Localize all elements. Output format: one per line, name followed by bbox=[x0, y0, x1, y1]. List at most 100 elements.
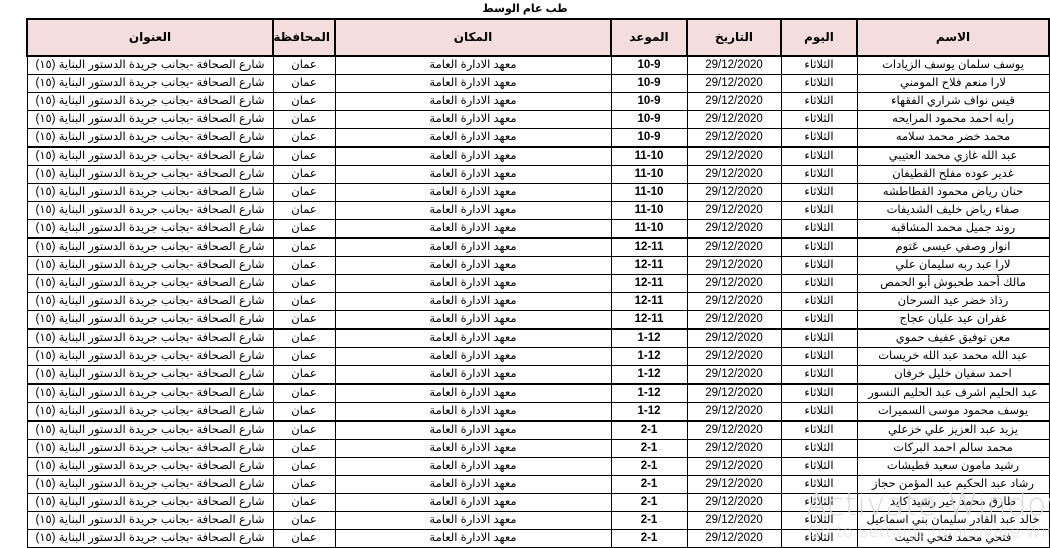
cell-name[interactable]: رشيد مامون سعيد قطيشات bbox=[856, 457, 1050, 476]
cell-date[interactable]: 29/12/2020 bbox=[686, 128, 782, 148]
cell-time[interactable]: 1-12 bbox=[610, 402, 688, 422]
column-header-address[interactable]: العنوان bbox=[26, 18, 274, 57]
cell-address[interactable]: شارع الصحافة -بجانب جريدة الدستور البناي… bbox=[26, 402, 274, 422]
cell-place[interactable]: معهد الادارة العامة bbox=[334, 292, 612, 311]
cell-date[interactable]: 29/12/2020 bbox=[686, 219, 782, 239]
cell-date[interactable]: 29/12/2020 bbox=[686, 529, 782, 548]
cell-time[interactable]: 10-9 bbox=[610, 92, 688, 111]
cell-time[interactable]: 2-1 bbox=[610, 439, 688, 458]
cell-place[interactable]: معهد الادارة العامة bbox=[334, 74, 612, 93]
table-row[interactable]: مالك أحمد طحبوش أبو الحمص الثلاثاء 29/12/2… bbox=[26, 274, 1050, 293]
table-row[interactable]: حنان رياض محمود القطاطشه الثلاثاء 29/12/20… bbox=[26, 183, 1050, 202]
table-row[interactable]: يوسف سلمان يوسف الزيادات الثلاثاء 29/12/20… bbox=[26, 55, 1050, 75]
cell-name[interactable]: انوار وصفي عيسى عَتوم bbox=[856, 237, 1050, 257]
cell-place[interactable]: معهد الادارة العامة bbox=[334, 457, 612, 476]
column-header-gov[interactable]: المحافظة bbox=[272, 18, 336, 57]
cell-time[interactable]: 12-11 bbox=[610, 237, 688, 257]
cell-time[interactable]: 1-12 bbox=[610, 347, 688, 366]
cell-time[interactable]: 2-1 bbox=[610, 475, 688, 494]
table-row[interactable]: غفران عيد عليان عجاج الثلاثاء 29/12/2020 12… bbox=[26, 310, 1050, 330]
table-row[interactable]: يوسف محمود موسى السميرات الثلاثاء 29/12/20… bbox=[26, 402, 1050, 422]
column-header-name[interactable]: الاسم bbox=[856, 18, 1050, 57]
cell-name[interactable]: قيس نواف شراري الفقهاء bbox=[856, 92, 1050, 111]
cell-place[interactable]: معهد الادارة العامة bbox=[334, 110, 612, 129]
cell-name[interactable]: صفاء رياض خليف الشديفات bbox=[856, 201, 1050, 220]
cell-date[interactable]: 29/12/2020 bbox=[686, 493, 782, 512]
cell-date[interactable]: 29/12/2020 bbox=[686, 383, 782, 403]
cell-time[interactable]: 2-1 bbox=[610, 420, 688, 440]
cell-name[interactable]: طارق محمد خير رشيد كايد bbox=[856, 493, 1050, 512]
cell-gov[interactable]: عمان bbox=[272, 110, 336, 129]
cell-time[interactable]: 11-10 bbox=[610, 201, 688, 220]
cell-day[interactable]: الثلاثاء bbox=[780, 92, 858, 111]
cell-time[interactable]: 1-12 bbox=[610, 383, 688, 403]
cell-time[interactable]: 12-11 bbox=[610, 310, 688, 330]
cell-name[interactable]: عبد الحليم اشرف عبد الحليم النسور bbox=[856, 383, 1050, 403]
cell-name[interactable]: رايه احمد محمود المرايحه bbox=[856, 110, 1050, 129]
cell-gov[interactable]: عمان bbox=[272, 328, 336, 348]
cell-address[interactable]: شارع الصحافة -بجانب جريدة الدستور البناي… bbox=[26, 183, 274, 202]
cell-day[interactable]: الثلاثاء bbox=[780, 128, 858, 148]
cell-date[interactable]: 29/12/2020 bbox=[686, 310, 782, 330]
table-row[interactable]: غدير عوده مفلح القطيفان الثلاثاء 29/12/202… bbox=[26, 165, 1050, 184]
cell-address[interactable]: شارع الصحافة -بجانب جريدة الدستور البناي… bbox=[26, 292, 274, 311]
cell-day[interactable]: الثلاثاء bbox=[780, 201, 858, 220]
table-row[interactable]: انوار وصفي عيسى عَتوم الثلاثاء 29/12/2020 1… bbox=[26, 237, 1050, 257]
cell-time[interactable]: 11-10 bbox=[610, 183, 688, 202]
cell-time[interactable]: 12-11 bbox=[610, 274, 688, 293]
cell-address[interactable]: شارع الصحافة -بجانب جريدة الدستور البناي… bbox=[26, 493, 274, 512]
cell-address[interactable]: شارع الصحافة -بجانب جريدة الدستور البناي… bbox=[26, 256, 274, 275]
cell-address[interactable]: شارع الصحافة -بجانب جريدة الدستور البناي… bbox=[26, 92, 274, 111]
table-row[interactable]: عبد الحليم اشرف عبد الحليم النسور الثلاثا… bbox=[26, 383, 1050, 403]
cell-gov[interactable]: عمان bbox=[272, 475, 336, 494]
cell-name[interactable]: خالد عبد القادر سليمان بني اسماعيل bbox=[856, 511, 1050, 530]
cell-gov[interactable]: عمان bbox=[272, 402, 336, 422]
cell-time[interactable]: 12-11 bbox=[610, 292, 688, 311]
cell-name[interactable]: محمد خضر محمد سلامه bbox=[856, 128, 1050, 148]
table-row[interactable]: رشاد عبد الحكيم عبد المؤمن حجاز الثلاثاء 2… bbox=[26, 475, 1050, 494]
cell-day[interactable]: الثلاثاء bbox=[780, 219, 858, 239]
cell-date[interactable]: 29/12/2020 bbox=[686, 402, 782, 422]
table-row[interactable]: رشيد مامون سعيد قطيشات الثلاثاء 29/12/2020… bbox=[26, 457, 1050, 476]
cell-gov[interactable]: عمان bbox=[272, 347, 336, 366]
cell-address[interactable]: شارع الصحافة -بجانب جريدة الدستور البناي… bbox=[26, 383, 274, 403]
table-row[interactable]: رذاذ خضر عيد السرحان الثلاثاء 29/12/2020 12… bbox=[26, 292, 1050, 311]
cell-date[interactable]: 29/12/2020 bbox=[686, 274, 782, 293]
cell-date[interactable]: 29/12/2020 bbox=[686, 165, 782, 184]
cell-date[interactable]: 29/12/2020 bbox=[686, 439, 782, 458]
cell-place[interactable]: معهد الادارة العامة bbox=[334, 237, 612, 257]
cell-place[interactable]: معهد الادارة العامة bbox=[334, 274, 612, 293]
cell-gov[interactable]: عمان bbox=[272, 146, 336, 166]
table-row[interactable]: صفاء رياض خليف الشديفات الثلاثاء 29/12/202… bbox=[26, 201, 1050, 220]
table-row[interactable]: فتحي محمد فتحي الحيت الثلاثاء 29/12/2020 2-… bbox=[26, 529, 1050, 548]
cell-day[interactable]: الثلاثاء bbox=[780, 256, 858, 275]
column-header-day[interactable]: اليوم bbox=[780, 18, 858, 57]
cell-day[interactable]: الثلاثاء bbox=[780, 55, 858, 75]
table-row[interactable]: خالد عبد القادر سليمان بني اسماعيل الثلاث… bbox=[26, 511, 1050, 530]
table-row[interactable]: عبد الله غازي محمد العتيبي الثلاثاء 29/12/… bbox=[26, 146, 1050, 166]
cell-name[interactable]: مالك أحمد طحبوش أبو الحمص bbox=[856, 274, 1050, 293]
column-header-place[interactable]: المكان bbox=[334, 18, 612, 57]
cell-time[interactable]: 10-9 bbox=[610, 55, 688, 75]
cell-day[interactable]: الثلاثاء bbox=[780, 237, 858, 257]
cell-place[interactable]: معهد الادارة العامة bbox=[334, 128, 612, 148]
cell-place[interactable]: معهد الادارة العامة bbox=[334, 201, 612, 220]
cell-time[interactable]: 11-10 bbox=[610, 165, 688, 184]
cell-gov[interactable]: عمان bbox=[272, 493, 336, 512]
cell-gov[interactable]: عمان bbox=[272, 420, 336, 440]
cell-address[interactable]: شارع الصحافة -بجانب جريدة الدستور البناي… bbox=[26, 128, 274, 148]
cell-name[interactable]: احمد سفيان خليل خرفان bbox=[856, 365, 1050, 385]
cell-name[interactable]: معن توفيق عفيف حموي bbox=[856, 328, 1050, 348]
cell-gov[interactable]: عمان bbox=[272, 511, 336, 530]
cell-name[interactable]: غدير عوده مفلح القطيفان bbox=[856, 165, 1050, 184]
cell-date[interactable]: 29/12/2020 bbox=[686, 475, 782, 494]
cell-day[interactable]: الثلاثاء bbox=[780, 74, 858, 93]
cell-gov[interactable]: عمان bbox=[272, 219, 336, 239]
cell-gov[interactable]: عمان bbox=[272, 128, 336, 148]
cell-date[interactable]: 29/12/2020 bbox=[686, 328, 782, 348]
cell-address[interactable]: شارع الصحافة -بجانب جريدة الدستور البناي… bbox=[26, 328, 274, 348]
cell-day[interactable]: الثلاثاء bbox=[780, 146, 858, 166]
table-row[interactable]: لارا منعم فلاح المومني الثلاثاء 29/12/2020… bbox=[26, 74, 1050, 93]
cell-date[interactable]: 29/12/2020 bbox=[686, 55, 782, 75]
cell-name[interactable]: حنان رياض محمود القطاطشه bbox=[856, 183, 1050, 202]
